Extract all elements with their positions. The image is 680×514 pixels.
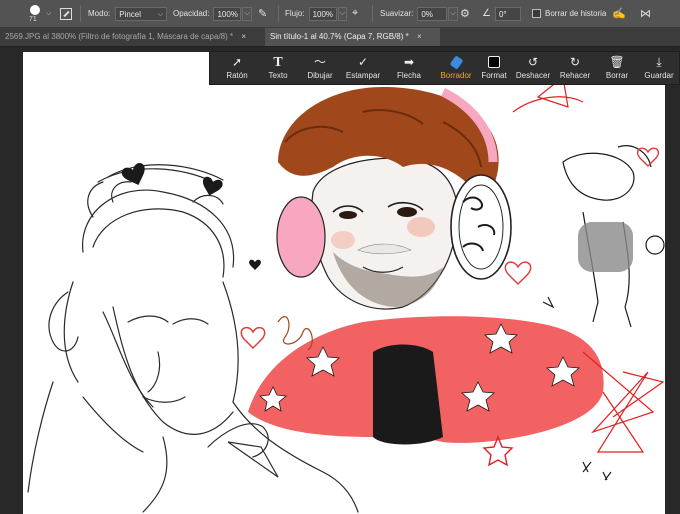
flow-label: Flujo: <box>285 9 305 18</box>
document-tabs: 2569.JPG al 3800% (Filtro de fotografía … <box>0 28 680 47</box>
right-doodles <box>542 145 652 481</box>
toolbar-label: Borrar <box>605 71 629 80</box>
tab-document-1[interactable]: 2569.JPG al 3800% (Filtro de fotografía … <box>0 28 262 46</box>
headphone-left <box>276 196 326 278</box>
options-bar: 71 ⌵ Modo: Pincel ⌵ Opacidad: 100% ⌵ ✎ F… <box>0 0 680 28</box>
toolbar-stamp-button[interactable]: ✓ Estampar <box>341 54 385 84</box>
black-undershirt <box>373 344 443 445</box>
toolbar-draw-button[interactable]: 〜 Dibujar <box>298 54 342 84</box>
toolbar-save-button[interactable]: ⤓ Guardar <box>637 54 680 84</box>
toolbar-label: Deshacer <box>515 71 551 80</box>
checkbox-icon <box>532 9 541 18</box>
red-heart-right <box>504 261 532 285</box>
flow-field[interactable]: 100% <box>308 6 337 21</box>
eye-right <box>397 207 417 217</box>
airbrush-icon: ⌖ <box>352 7 359 19</box>
smoothing-field[interactable]: 0% <box>417 6 448 21</box>
toolbar-arrow-button[interactable]: ➡ Flecha <box>387 54 431 84</box>
toolbar-label: Ratón <box>226 71 248 80</box>
flow-dropdown[interactable]: ⌵ <box>337 6 347 21</box>
chevron-down-icon: ⌵ <box>157 10 164 18</box>
angle-value: 0° <box>498 9 507 19</box>
butterfly-icon: ⋈ <box>640 8 651 20</box>
brush-preset-picker[interactable]: 71 ⌵ <box>26 0 51 27</box>
tab-label: Sin título-1 al 40.7% (Capa 7, RGB/8) * <box>270 32 409 41</box>
tab-label: 2569.JPG al 3800% (Filtro de fotografía … <box>5 32 234 41</box>
toolbar-label: Rehacer <box>559 71 591 80</box>
airbrush-button[interactable]: ⌖ <box>352 0 358 27</box>
toolbar-label: Estampar <box>345 71 381 80</box>
brush-dot-icon <box>30 4 40 15</box>
close-icon[interactable]: × <box>417 32 422 41</box>
draw-wave-icon: 〜 <box>313 55 326 69</box>
mode-value: Pincel <box>119 9 142 19</box>
toolbar-label: Borrador <box>440 71 472 80</box>
brush-panel-toggle[interactable] <box>60 0 72 27</box>
angle-field[interactable]: 0° <box>494 6 521 21</box>
cheek-blush <box>331 231 355 249</box>
toolbar-label: Flecha <box>396 71 421 80</box>
opacity-dropdown[interactable]: ⌵ <box>242 6 252 21</box>
smoothing-value: 0% <box>421 9 433 19</box>
close-icon[interactable]: × <box>241 32 246 41</box>
eraser-icon <box>449 54 463 71</box>
erase-history-checkbox[interactable]: Borrar de historia <box>532 0 606 27</box>
toolbar-redo-button[interactable]: ↻ Rehacer <box>553 54 597 84</box>
toolbar-text-button[interactable]: T Texto <box>256 54 300 84</box>
cursor-arrow-icon: ➚ <box>231 55 243 69</box>
toolbar-delete-button[interactable]: 🗑 Borrar <box>595 54 639 84</box>
toolbar-undo-button[interactable]: ↺ Deshacer <box>511 54 555 84</box>
sketch-artwork <box>27 75 665 513</box>
toolbar-label: Format <box>481 71 507 80</box>
undo-icon: ↺ <box>527 55 539 69</box>
small-circle <box>645 235 665 255</box>
toolbar-label: Dibujar <box>307 71 333 80</box>
eye-left <box>339 211 357 219</box>
redo-icon: ↻ <box>569 55 581 69</box>
text-T-icon: T <box>273 55 283 70</box>
format-square-icon <box>488 54 500 71</box>
arrow-right-icon: ➡ <box>403 55 415 69</box>
symmetry-button[interactable]: ⋈ <box>640 0 651 27</box>
mode-select[interactable]: Pincel ⌵ <box>115 6 168 21</box>
black-hearts <box>121 163 261 270</box>
brush-panel-icon <box>60 7 72 20</box>
toolbar-mouse-button[interactable]: ➚ Ratón <box>215 54 259 84</box>
smoothing-settings-button[interactable]: ⚙ <box>460 0 470 27</box>
opacity-label: Opacidad: <box>173 9 210 18</box>
mode-label: Modo: <box>88 9 111 18</box>
annotation-toolbar: ➚ Ratón T Texto 〜 Dibujar ✓ Estampar ➡ F… <box>209 51 680 85</box>
toolbar-label: Guardar <box>644 71 674 80</box>
tab-document-2[interactable]: Sin título-1 al 40.7% (Capa 7, RGB/8) * … <box>265 28 440 46</box>
document-canvas[interactable] <box>23 52 665 514</box>
toolbar-format-button[interactable]: Format <box>472 54 516 84</box>
toolbar-label: Texto <box>268 71 288 80</box>
headphone-right <box>450 174 512 280</box>
pressure-size-button[interactable]: ✍ <box>612 0 626 27</box>
brush-size-value: 71 <box>29 15 37 23</box>
pen-pressure-size-icon: ✍ <box>612 8 626 20</box>
gray-blob <box>578 222 633 272</box>
smoothing-dropdown[interactable]: ⌵ <box>448 6 458 21</box>
flow-value: 100% <box>312 9 334 19</box>
red-heart-left <box>240 326 266 350</box>
save-download-icon: ⤓ <box>656 55 662 69</box>
erase-history-label: Borrar de historia <box>545 9 607 18</box>
smoothing-label: Suavizar: <box>380 9 414 18</box>
chevron-down-icon: ⌵ <box>46 9 52 17</box>
gear-icon: ⚙ <box>460 8 470 20</box>
cheek-blush <box>407 217 435 237</box>
opacity-field[interactable]: 100% <box>213 6 242 21</box>
opacity-value: 100% <box>217 9 238 19</box>
stamp-check-icon: ✓ <box>357 55 369 69</box>
pressure-opacity-button[interactable]: ✎ <box>258 0 267 27</box>
trash-icon: 🗑 <box>609 55 625 69</box>
pen-pressure-icon: ✎ <box>258 8 268 20</box>
angle-icon: ∠ <box>482 8 491 19</box>
